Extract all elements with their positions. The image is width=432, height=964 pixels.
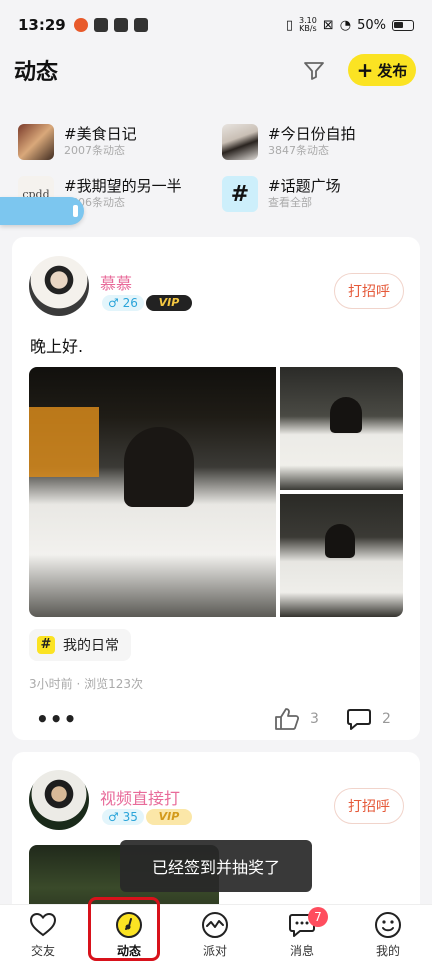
status-right: ▯ 3.10 KB/s ⊠ ◔ 50%	[286, 17, 414, 33]
topic-food[interactable]: #美食日记 2007条动态	[18, 124, 218, 160]
more-options-button[interactable]: •••	[36, 707, 77, 731]
compass-icon	[116, 912, 142, 938]
post-text: 晚上好.	[30, 337, 84, 356]
weibo-icon	[73, 18, 88, 32]
header: 动态 + 发布	[0, 50, 432, 90]
vip-badge: VIP	[146, 295, 192, 311]
heart-icon	[29, 912, 57, 937]
vip-badge: VIP	[146, 809, 192, 825]
smile-icon	[375, 912, 401, 938]
thumbs-up-icon	[275, 708, 300, 730]
topic-square[interactable]: # #话题广场 查看全部	[222, 176, 422, 212]
page-title: 动态	[14, 60, 59, 85]
network-speed: 3.10 KB/s	[299, 17, 317, 33]
topic-thumb-selfie	[222, 124, 258, 160]
app-icon	[93, 18, 108, 32]
nav-label: 交友	[30, 944, 55, 958]
topic-count: 2007条动态	[64, 144, 125, 157]
wifi-icon: ◔	[339, 17, 352, 33]
topic-thumb-food	[18, 124, 54, 160]
hash-icon: #	[37, 636, 55, 654]
sim-icon: ⊠	[322, 17, 334, 33]
battery-icon	[392, 19, 414, 31]
wave-icon	[202, 912, 228, 938]
plus-icon: +	[356, 58, 374, 82]
hash-icon: #	[222, 176, 258, 212]
avatar[interactable]	[29, 256, 89, 316]
publish-button[interactable]: + 发布	[348, 54, 416, 86]
post-meta: 3小时前 · 浏览123次	[29, 677, 143, 691]
topic-selfie[interactable]: #今日份自拍 3847条动态	[222, 124, 422, 160]
comment-count: 2	[382, 711, 391, 727]
nav-item-messages[interactable]: 7 消息	[272, 907, 332, 959]
topic-count: 3847条动态	[268, 144, 329, 157]
topic-title: #今日份自拍	[268, 125, 356, 143]
nav-item-feed[interactable]: 动态	[99, 911, 159, 959]
age: 26	[122, 296, 138, 310]
post-tag[interactable]: # 我的日常	[29, 629, 131, 661]
post-image-bottom-right[interactable]	[280, 494, 403, 617]
floating-side-tab[interactable]	[0, 197, 84, 225]
avatar[interactable]	[29, 770, 89, 830]
user-name[interactable]: 视频直接打	[100, 785, 180, 809]
speed-unit: KB/s	[299, 24, 317, 33]
bottom-nav: 交友 动态 派对 7 消息 我的	[0, 897, 432, 964]
greet-button[interactable]: 打招呼	[334, 788, 404, 824]
nav-label: 动态	[116, 944, 141, 958]
topic-title: #话题广场	[268, 177, 341, 195]
tag-label: 我的日常	[63, 638, 119, 654]
greet-button[interactable]: 打招呼	[334, 273, 404, 309]
filter-icon	[304, 62, 324, 80]
gender-age-badge: ♂ 35	[102, 809, 144, 825]
comment-icon	[347, 709, 371, 730]
comment-button[interactable]: 2	[346, 707, 391, 731]
battery-percent: 50%	[357, 17, 386, 33]
male-icon: ♂	[108, 296, 119, 310]
view-all-link: 查看全部	[268, 196, 312, 209]
nav-label: 我的	[375, 944, 400, 958]
nav-label: 消息	[289, 944, 314, 958]
fan-icon	[113, 18, 128, 32]
post-image-top-right[interactable]	[280, 367, 403, 490]
status-time: 13:29	[18, 16, 66, 34]
like-count: 3	[310, 711, 319, 727]
notification-icons	[73, 18, 148, 32]
like-button[interactable]: 3	[274, 707, 319, 731]
avatar-image	[29, 256, 89, 316]
side-tab-handle	[73, 205, 78, 217]
unread-badge: 7	[308, 907, 328, 927]
filter-button[interactable]	[300, 56, 328, 84]
topic-title: #美食日记	[64, 125, 137, 143]
status-bar: 13:29 ▯ 3.10 KB/s ⊠ ◔ 50%	[0, 0, 432, 50]
avatar-image	[29, 770, 89, 830]
vibrate-icon: ▯	[285, 17, 294, 33]
post-card[interactable]: 慕慕 ♂ 26 VIP 打招呼 晚上好. # 我的日常 3小时前 · 浏览123…	[12, 237, 420, 740]
publish-label: 发布	[377, 61, 408, 80]
nav-item-me[interactable]: 我的	[358, 911, 418, 959]
male-icon: ♂	[108, 810, 119, 824]
nav-label: 派对	[202, 944, 227, 958]
topic-title: #我期望的另一半	[64, 177, 182, 195]
post-image-main[interactable]	[29, 367, 276, 617]
age: 35	[122, 810, 138, 824]
user-name[interactable]: 慕慕	[100, 270, 132, 294]
nav-item-party[interactable]: 派对	[185, 911, 245, 959]
toast-message: 已经签到并抽奖了	[120, 840, 312, 892]
gender-age-badge: ♂ 26	[102, 295, 144, 311]
mail-icon	[133, 18, 148, 32]
nav-item-friends[interactable]: 交友	[13, 911, 73, 959]
